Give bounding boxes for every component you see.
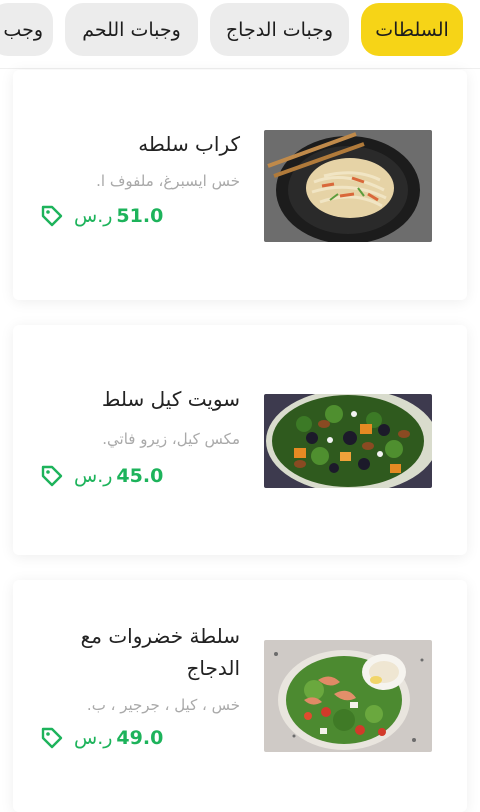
menu-item-card[interactable]: سلطة خضروات مع الدجاج خس ، كيل ، جرجير ،… [13,580,467,812]
menu-item-price: 45.0ر.س [74,465,164,487]
price-tag-icon [40,204,64,228]
price-row: 51.0ر.س [40,204,240,228]
tab-meat-meals[interactable]: وجبات اللحم [65,3,198,56]
menu-item-title: كراب سلطه [138,132,240,156]
menu-item-image [264,640,432,752]
menu-item-description: خس ، كيل ، جرجير ، ب. [86,696,240,714]
menu-item-title: سويت كيل سلط [101,387,240,411]
category-tabs: السلطات وجبات الدجاج وجبات اللحم وجب [0,0,480,64]
menu-item-price: 51.0ر.س [74,205,164,227]
menu-item-card[interactable]: كراب سلطه خس ايسبرغ، ملفوف ا. 51.0ر.س [13,70,467,300]
tab-partial[interactable]: وجب [0,3,53,56]
tab-salads[interactable]: السلطات [361,3,463,56]
currency-label: ر.س [74,465,113,487]
menu-item-details: سلطة خضروات مع الدجاج خس ، كيل ، جرجير ،… [40,620,240,750]
menu-item-price: 49.0ر.س [74,727,164,749]
currency-label: ر.س [74,205,113,227]
menu-item-image [264,130,432,242]
menu-item-details: سويت كيل سلط مكس كيل، زيرو فاتي. 45.0ر.س [40,383,240,488]
menu-item-image [264,394,432,488]
menu-item-card[interactable]: سويت كيل سلط مكس كيل، زيرو فاتي. 45.0ر.س [13,325,467,555]
price-row: 45.0ر.س [40,464,240,488]
currency-label: ر.س [74,727,113,749]
tabs-divider [0,68,480,69]
menu-item-details: كراب سلطه خس ايسبرغ، ملفوف ا. 51.0ر.س [40,128,240,228]
menu-item-description: خس ايسبرغ، ملفوف ا. [96,172,240,190]
price-row: 49.0ر.س [40,726,240,750]
price-tag-icon [40,726,64,750]
menu-item-description: مكس كيل، زيرو فاتي. [102,430,240,448]
tab-chicken-meals[interactable]: وجبات الدجاج [210,3,349,56]
menu-item-title: سلطة خضروات مع الدجاج [80,624,240,680]
price-tag-icon [40,464,64,488]
